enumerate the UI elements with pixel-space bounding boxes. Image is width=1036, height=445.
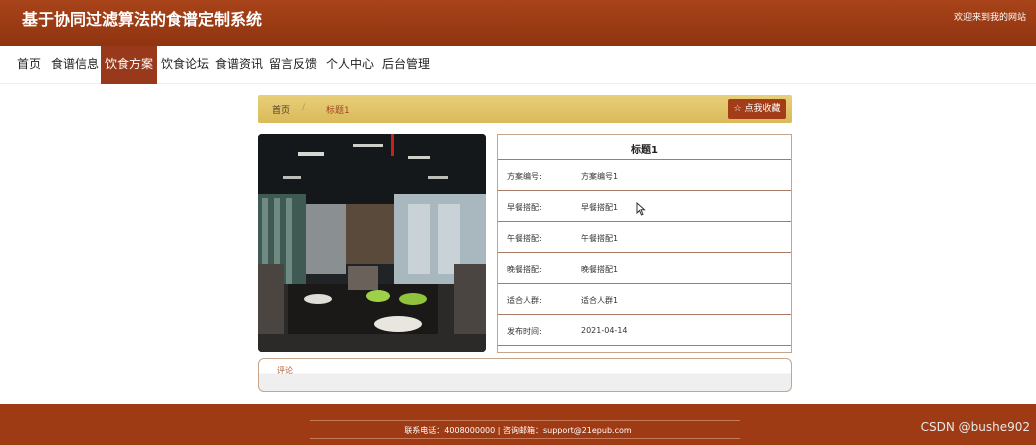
mouse-cursor-icon — [636, 202, 646, 216]
nav-item-admin[interactable]: 后台管理 — [380, 46, 432, 84]
detail-value: 方案编号1 — [581, 172, 619, 181]
detail-row: 适合人群: 适合人群1 — [498, 283, 791, 314]
nav-item-recipe-info[interactable]: 食谱信息 — [50, 46, 100, 84]
footer-divider — [310, 438, 740, 439]
detail-value: 适合人群1 — [581, 296, 619, 305]
breadcrumb-separator: / — [302, 103, 306, 113]
detail-row: 晚餐搭配: 晚餐搭配1 — [498, 252, 791, 283]
welcome-text: 欢迎来到我的网站 — [953, 13, 1026, 23]
footer-divider — [310, 420, 740, 421]
restaurant-photo — [258, 134, 486, 352]
detail-label: 午餐搭配: — [507, 234, 542, 243]
comment-section[interactable]: 评论 — [258, 358, 792, 392]
detail-value: 晚餐搭配1 — [581, 265, 619, 274]
restaurant-photo-image — [258, 134, 486, 352]
detail-label: 发布时间: — [507, 327, 542, 336]
plan-detail-panel: 标题1 方案编号: 方案编号1 早餐搭配: 早餐搭配1 午餐搭配: 午餐搭配1 … — [497, 134, 792, 353]
detail-row: 午餐搭配: 午餐搭配1 — [498, 221, 791, 252]
site-title: 基于协同过滤算法的食谱定制系统 — [22, 10, 263, 29]
nav-item-diet-plan[interactable]: 饮食方案 — [101, 46, 157, 84]
favorite-button[interactable]: ☆ 点我收藏 — [728, 99, 786, 119]
nav-item-home[interactable]: 首页 — [12, 46, 46, 84]
nav-item-diet-forum[interactable]: 饮食论坛 — [160, 46, 210, 84]
detail-row: 发布时间: 2021-04-14 — [498, 314, 791, 345]
detail-label: 早餐搭配: — [507, 203, 542, 212]
detail-value: 2021-04-14 — [581, 326, 628, 335]
main-nav: 首页 食谱信息 饮食方案 饮食论坛 食谱资讯 留言反馈 个人中心 后台管理 — [0, 46, 1036, 84]
detail-label: 方案编号: — [507, 172, 542, 181]
detail-row: 方案编号: 方案编号1 — [498, 159, 791, 190]
detail-row-divider — [498, 345, 791, 353]
footer-contact: 联系电话：4008000000 | 咨询邮箱：support@21epub.co… — [404, 426, 632, 435]
breadcrumb: 首页 / 标题1 ☆ 点我收藏 — [258, 95, 792, 123]
comment-label: 评论 — [277, 366, 293, 375]
nav-item-feedback[interactable]: 留言反馈 — [268, 46, 318, 84]
watermark: CSDN @bushe902 — [920, 420, 1030, 434]
detail-label: 适合人群: — [507, 296, 542, 305]
detail-label: 晚餐搭配: — [507, 265, 542, 274]
nav-item-recipe-news[interactable]: 食谱资讯 — [214, 46, 264, 84]
plan-title: 标题1 — [631, 145, 658, 156]
site-header: 基于协同过滤算法的食谱定制系统 欢迎来到我的网站 — [0, 0, 1036, 46]
breadcrumb-home-link[interactable]: 首页 — [272, 103, 290, 116]
detail-value: 午餐搭配1 — [581, 234, 619, 243]
nav-item-user-center[interactable]: 个人中心 — [324, 46, 376, 84]
detail-value: 早餐搭配1 — [581, 203, 619, 212]
site-footer: 联系电话：4008000000 | 咨询邮箱：support@21epub.co… — [0, 404, 1036, 445]
breadcrumb-current: 标题1 — [326, 106, 350, 116]
